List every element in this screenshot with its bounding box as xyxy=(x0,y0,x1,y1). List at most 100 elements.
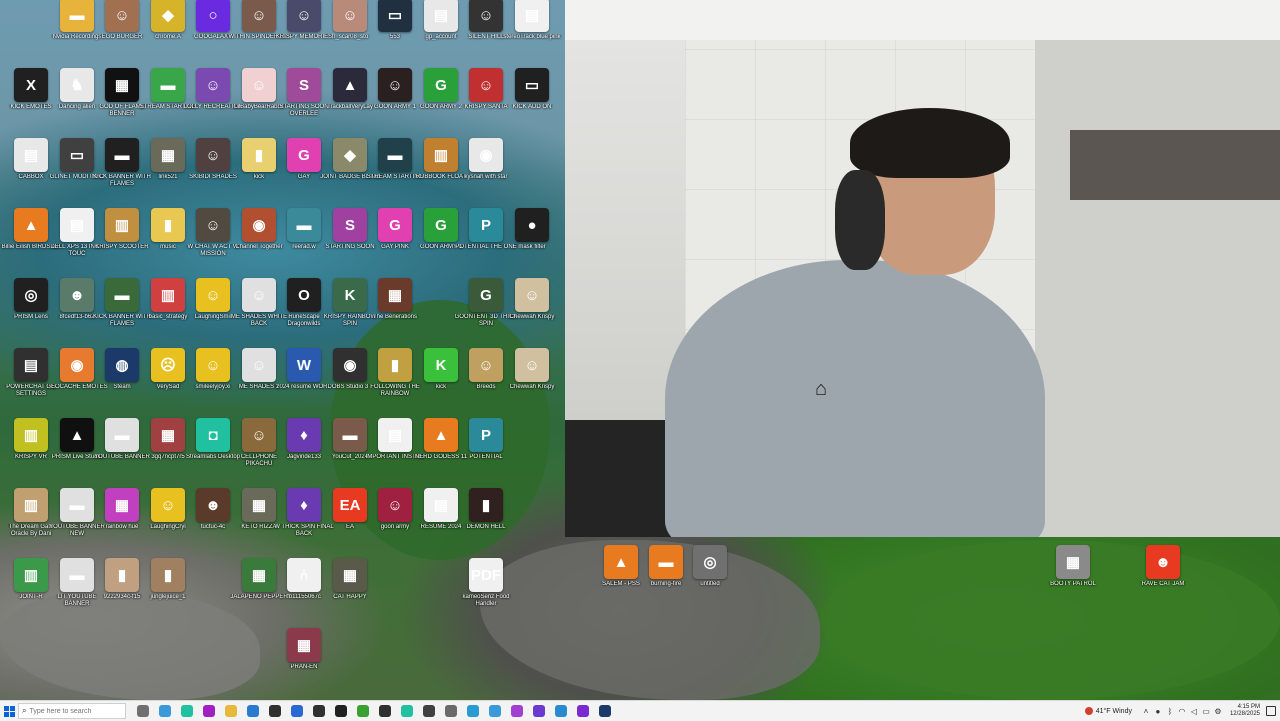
notification-icon[interactable] xyxy=(1266,706,1276,716)
search-input[interactable] xyxy=(29,707,110,715)
file-icon: ▤ xyxy=(14,138,48,172)
taskbar-app-chrome[interactable] xyxy=(154,702,176,720)
taskbar-app-steam[interactable] xyxy=(594,702,616,720)
desktop-icon-label: mask filter xyxy=(518,244,546,250)
taskbar-app-teams[interactable] xyxy=(418,702,440,720)
taskbar-apps xyxy=(132,702,616,720)
nvidia-icon xyxy=(357,705,369,717)
file-icon: ◉ xyxy=(469,138,503,172)
desktop-icon[interactable]: ☺ Chewwah Krispy xyxy=(499,348,565,414)
weather-widget[interactable]: 41°F Windy xyxy=(1084,707,1132,715)
file-icon: ☺ xyxy=(378,68,412,102)
taskbar-app-terminal[interactable] xyxy=(264,702,286,720)
clock-date: 12/28/2025 xyxy=(1229,711,1260,717)
start-button[interactable] xyxy=(0,701,18,721)
file-icon: S xyxy=(287,68,321,102)
webcam-person-hair xyxy=(850,108,1010,178)
desktop-icon[interactable]: ☻ RAVE CAT JAM xyxy=(1130,545,1196,611)
taskbar-app-opera[interactable] xyxy=(198,702,220,720)
taskbar-app-task-view[interactable] xyxy=(132,702,154,720)
file-icon: ☺ xyxy=(196,208,230,242)
file-icon: ▲ xyxy=(14,208,48,242)
desktop-icon[interactable]: ▭ KICK ADD ON xyxy=(499,68,565,134)
clock[interactable]: 4:15 PM 12/28/2025 xyxy=(1230,704,1260,718)
taskbar-app-maps[interactable] xyxy=(462,702,484,720)
file-icon: ▮ xyxy=(469,488,503,522)
desktop-icon[interactable]: ▮ DEMON HELL xyxy=(453,488,519,554)
desktop-icon[interactable]: ▤ stereoTrack blue pink xyxy=(499,0,565,64)
desktop-icon[interactable]: ☺ Chewwah Krispy xyxy=(499,278,565,344)
headphones xyxy=(835,170,885,270)
taskbar-app-streamlabs[interactable] xyxy=(176,702,198,720)
chrome-2-icon xyxy=(489,705,501,717)
desktop-icon[interactable]: ▦ BOOTY PATROL xyxy=(1040,545,1106,611)
taskbar-app-notepad[interactable] xyxy=(440,702,462,720)
desktop-icon-label: kysnah with star xyxy=(464,174,508,180)
taskbar-app-nvidia[interactable] xyxy=(352,702,374,720)
file-icon: ☺ xyxy=(196,278,230,312)
taskbar-app-photos[interactable] xyxy=(506,702,528,720)
desktop-icon[interactable]: ● mask filter xyxy=(499,208,565,274)
webcam-overlay: ⌂ xyxy=(565,0,1280,537)
taskbar-app-discord[interactable] xyxy=(528,702,550,720)
taskbar-app-edge[interactable] xyxy=(242,702,264,720)
desktop-icon[interactable]: ◉ kysnah with star xyxy=(453,138,519,204)
taskbar-app-file-explorer[interactable] xyxy=(220,702,242,720)
file-icon: ◎ xyxy=(14,278,48,312)
file-icon: ▤ xyxy=(14,348,48,382)
desktop-icon[interactable]: ◎ untitled xyxy=(677,545,743,611)
file-icon: ▦ xyxy=(378,278,412,312)
taskbar-app-obs[interactable] xyxy=(374,702,396,720)
file-icon: ▬ xyxy=(105,138,139,172)
taskbar-app-store[interactable] xyxy=(286,702,308,720)
desktop-icon[interactable]: ▦ The Benerations xyxy=(362,278,428,344)
circle-app-icon xyxy=(577,705,589,717)
taskbar-app-prism[interactable] xyxy=(330,702,352,720)
desktop-icon-label: junglejuice_1 xyxy=(150,594,186,600)
teams-icon xyxy=(423,705,435,717)
taskbar-app-active-app[interactable] xyxy=(396,702,418,720)
desktop-icon[interactable]: P POTENTIAL xyxy=(453,418,519,484)
file-icon: ▦ xyxy=(287,628,321,662)
file-icon: ▮ xyxy=(105,558,139,592)
file-icon: ☻ xyxy=(1146,545,1180,579)
file-icon: ☺ xyxy=(105,0,139,32)
desktop-icon-label: CAT HAPPY xyxy=(333,594,367,600)
file-icon: ▬ xyxy=(105,418,139,452)
obs-icon xyxy=(379,705,391,717)
store-icon xyxy=(291,705,303,717)
desktop-icon[interactable]: PDF kameoSenz Food Handler xyxy=(453,558,519,624)
weather-icon xyxy=(1084,707,1093,715)
desktop-icon-label: PRAN-EN xyxy=(290,664,318,670)
microphone-icon[interactable]: ● xyxy=(1152,707,1164,716)
taskbar-app-paint[interactable] xyxy=(550,702,572,720)
webcam-shelf xyxy=(1070,130,1280,200)
taskbar-app-headset[interactable] xyxy=(308,702,330,720)
file-icon: ▦ xyxy=(1056,545,1090,579)
webcam-chair xyxy=(565,420,675,537)
bluetooth-icon[interactable]: ᛒ xyxy=(1164,707,1176,716)
webcam-door xyxy=(1035,40,1280,537)
desktop-icon[interactable]: ▦ CAT HAPPY xyxy=(317,558,383,624)
battery-icon[interactable]: ▭ xyxy=(1200,707,1212,716)
shirt-logo: ⌂ xyxy=(815,378,828,400)
taskbar-search[interactable]: ⌕ xyxy=(18,703,126,719)
desktop-icon[interactable]: ▮ junglejuice_1 xyxy=(135,558,201,624)
terminal-icon xyxy=(269,705,281,717)
taskbar-app-chrome-2[interactable] xyxy=(484,702,506,720)
file-icon: ▥ xyxy=(14,488,48,522)
active-app-icon xyxy=(401,705,413,717)
file-icon: ▤ xyxy=(515,0,549,32)
taskbar-app-circle-app[interactable] xyxy=(572,702,594,720)
file-icon: G xyxy=(287,138,321,172)
volume-icon[interactable]: ◁ xyxy=(1188,707,1200,716)
desktop-icon[interactable]: ▦ PRAN-EN xyxy=(271,628,337,694)
photos-icon xyxy=(511,705,523,717)
file-icon: ☺ xyxy=(515,348,549,382)
settings-icon[interactable]: ⚙ xyxy=(1212,707,1224,716)
file-icon: ♦ xyxy=(287,488,321,522)
desktop-icon-label: KICK ADD ON xyxy=(512,104,552,110)
clock-time: 4:15 PM xyxy=(1237,704,1260,710)
network-icon[interactable]: ◠ xyxy=(1176,707,1188,716)
chevron-up-icon[interactable]: ˄ xyxy=(1140,707,1152,716)
